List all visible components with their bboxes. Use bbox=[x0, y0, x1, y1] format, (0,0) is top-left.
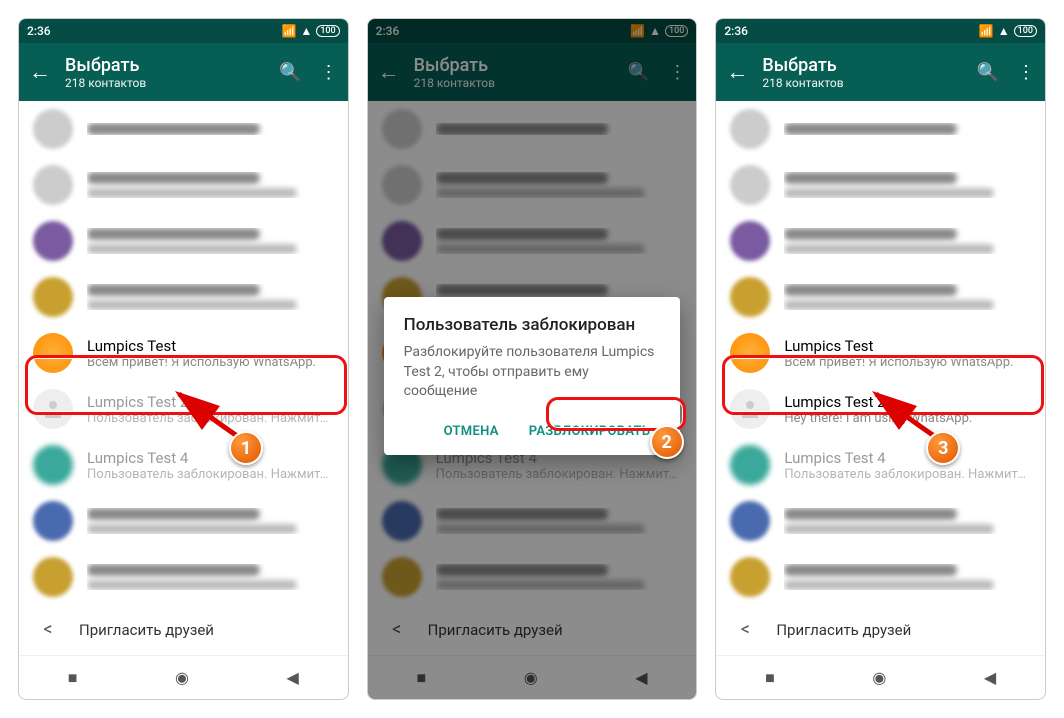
list-item[interactable] bbox=[716, 101, 1045, 157]
contact-list[interactable]: Lumpics Test Всем привет! Я использую Wh… bbox=[716, 101, 1045, 655]
android-nav: ■ ◉ ◀ bbox=[716, 655, 1045, 699]
title-block: Выбрать 218 контактов bbox=[762, 55, 962, 90]
status-time: 2:36 bbox=[27, 24, 51, 38]
contact-name: Lumpics Test 4 bbox=[87, 449, 334, 467]
status-bar: 2:36 📶 ▲ 100 bbox=[19, 19, 348, 43]
contact-name: Lumpics Test bbox=[784, 337, 1031, 355]
wifi-icon: ▲ bbox=[998, 24, 1010, 38]
page-title: Выбрать bbox=[762, 55, 962, 76]
contact-status: Пользователь заблокирован. Нажмите, ч... bbox=[784, 467, 1031, 482]
avatar bbox=[33, 333, 73, 373]
action-label: Пригласить друзей bbox=[776, 621, 911, 639]
back-icon[interactable]: ← bbox=[726, 59, 748, 85]
list-item-lumpics[interactable]: Lumpics Test Всем привет! Я использую Wh… bbox=[716, 325, 1045, 381]
list-item[interactable] bbox=[19, 493, 348, 549]
share-icon: < bbox=[734, 619, 756, 640]
contact-list[interactable]: Lumpics Test Всем привет! Я использую Wh… bbox=[19, 101, 348, 655]
nav-home-icon[interactable]: ◉ bbox=[175, 668, 189, 687]
action-label: Пригласить друзей bbox=[79, 621, 214, 639]
contact-status: Всем привет! Я использую WhatsApp. bbox=[87, 355, 334, 370]
list-item[interactable] bbox=[19, 549, 348, 605]
list-item[interactable] bbox=[716, 157, 1045, 213]
contact-status: Hey there! I am using WhatsApp. bbox=[784, 411, 1031, 426]
nav-recent-icon[interactable]: ■ bbox=[765, 668, 775, 688]
app-bar: ← Выбрать 218 контактов 🔍 ⋮ bbox=[716, 43, 1045, 101]
list-item[interactable] bbox=[716, 269, 1045, 325]
nav-back-icon[interactable]: ◀ bbox=[287, 668, 299, 687]
nav-back-icon[interactable]: ◀ bbox=[984, 668, 996, 687]
list-item-lumpics4[interactable]: Lumpics Test 4 Пользователь заблокирован… bbox=[19, 437, 348, 493]
list-item[interactable] bbox=[19, 269, 348, 325]
search-icon[interactable]: 🔍 bbox=[977, 62, 999, 83]
contacts-help[interactable]: ? Помощь с контактами bbox=[716, 654, 1045, 655]
battery-icon: 100 bbox=[1014, 25, 1037, 37]
avatar bbox=[33, 445, 73, 485]
list-item[interactable] bbox=[716, 549, 1045, 605]
phone-screen-2: 2:36 📶 ▲ 100 ← Выбрать 218 контактов 🔍 ⋮… bbox=[367, 18, 698, 700]
dialog-title: Пользователь заблокирован bbox=[404, 315, 661, 335]
avatar bbox=[730, 445, 770, 485]
cancel-button[interactable]: ОТМЕНА bbox=[434, 416, 509, 447]
list-item[interactable] bbox=[19, 157, 348, 213]
status-icons: 📶 ▲ 100 bbox=[979, 24, 1037, 38]
list-item-lumpics4[interactable]: Lumpics Test 4 Пользователь заблокирован… bbox=[716, 437, 1045, 493]
signal-icon: 📶 bbox=[281, 24, 296, 38]
back-icon[interactable]: ← bbox=[29, 59, 51, 85]
title-block: Выбрать 218 контактов bbox=[65, 55, 265, 90]
invite-friends[interactable]: < Пригласить друзей bbox=[19, 605, 348, 654]
phone-screen-1: 2:36 📶 ▲ 100 ← Выбрать 218 контактов 🔍 ⋮… bbox=[18, 18, 349, 700]
list-item[interactable] bbox=[716, 493, 1045, 549]
app-bar: ← Выбрать 218 контактов 🔍 ⋮ bbox=[19, 43, 348, 101]
phone-screen-3: 2:36 📶 ▲ 100 ← Выбрать 218 контактов 🔍 ⋮… bbox=[715, 18, 1046, 700]
unblock-button[interactable]: РАЗБЛОКИРОВАТЬ bbox=[519, 416, 661, 447]
page-title: Выбрать bbox=[65, 55, 265, 76]
contact-name: Lumpics Test 2 bbox=[784, 393, 1031, 411]
wifi-icon: ▲ bbox=[300, 24, 312, 38]
signal-icon: 📶 bbox=[979, 24, 994, 38]
nav-home-icon[interactable]: ◉ bbox=[872, 668, 886, 687]
avatar bbox=[730, 333, 770, 373]
contact-name: Lumpics Test bbox=[87, 337, 334, 355]
menu-icon[interactable]: ⋮ bbox=[320, 62, 338, 83]
nav-recent-icon[interactable]: ■ bbox=[68, 668, 78, 688]
contact-name: Lumpics Test 2 bbox=[87, 393, 334, 411]
contact-name: Lumpics Test 4 bbox=[784, 449, 1031, 467]
contact-status: Пользователь заблокирован. Нажмите, ч... bbox=[87, 411, 334, 426]
status-bar: 2:36 📶 ▲ 100 bbox=[716, 19, 1045, 43]
avatar bbox=[730, 389, 770, 429]
invite-friends[interactable]: < Пригласить друзей bbox=[716, 605, 1045, 654]
dialog-message: Разблокируйте пользователя Lumpics Test … bbox=[404, 343, 661, 402]
contact-status: Пользователь заблокирован. Нажмите, ч... bbox=[87, 467, 334, 482]
status-time: 2:36 bbox=[724, 24, 748, 38]
list-item-lumpics2[interactable]: Lumpics Test 2 Hey there! I am using Wha… bbox=[716, 381, 1045, 437]
list-item-lumpics[interactable]: Lumpics Test Всем привет! Я использую Wh… bbox=[19, 325, 348, 381]
battery-icon: 100 bbox=[316, 25, 339, 37]
list-item[interactable] bbox=[19, 213, 348, 269]
share-icon: < bbox=[37, 619, 59, 640]
unblock-dialog: Пользователь заблокирован Разблокируйте … bbox=[384, 297, 681, 455]
menu-icon[interactable]: ⋮ bbox=[1017, 62, 1035, 83]
contacts-help[interactable]: ? Помощь с контактами bbox=[19, 654, 348, 655]
list-item[interactable] bbox=[19, 101, 348, 157]
list-item-lumpics2[interactable]: Lumpics Test 2 Пользователь заблокирован… bbox=[19, 381, 348, 437]
page-subtitle: 218 контактов bbox=[762, 76, 962, 90]
status-icons: 📶 ▲ 100 bbox=[281, 24, 339, 38]
contact-status: Всем привет! Я использую WhatsApp. bbox=[784, 355, 1031, 370]
page-subtitle: 218 контактов bbox=[65, 76, 265, 90]
avatar bbox=[33, 389, 73, 429]
search-icon[interactable]: 🔍 bbox=[279, 62, 301, 83]
list-item[interactable] bbox=[716, 213, 1045, 269]
android-nav: ■ ◉ ◀ bbox=[19, 655, 348, 699]
